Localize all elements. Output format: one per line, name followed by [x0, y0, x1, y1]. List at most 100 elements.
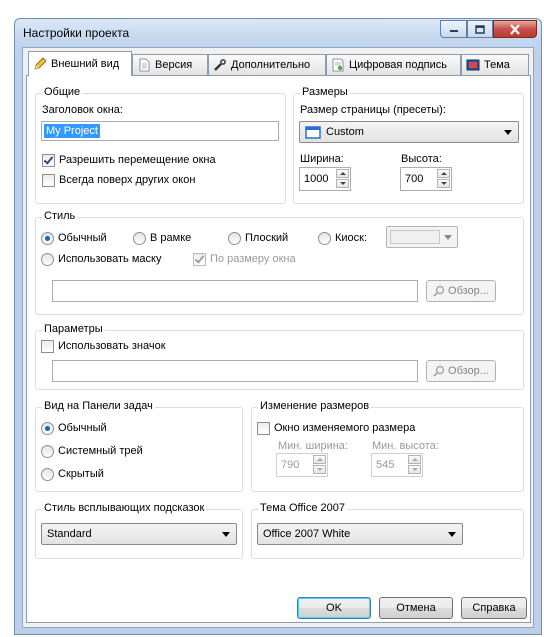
- tools-icon: [214, 59, 226, 71]
- taskbar-tray-radio[interactable]: [41, 445, 54, 458]
- tooltip-style-group: Стиль всплывающих подсказок Standard: [35, 502, 243, 559]
- spin-down-icon[interactable]: [313, 465, 326, 474]
- cancel-button[interactable]: Отмена: [379, 597, 453, 619]
- params-group-label: Параметры: [42, 323, 105, 335]
- office-theme-dropdown[interactable]: Office 2007 White: [257, 523, 463, 545]
- window-title-label: Заголовок окна:: [42, 104, 123, 116]
- height-spinner[interactable]: 700: [400, 167, 452, 191]
- spin-down-icon[interactable]: [437, 179, 450, 188]
- office-theme-group: Тема Office 2007 Office 2007 White: [251, 502, 524, 559]
- spin-up-icon[interactable]: [437, 169, 450, 178]
- taskbar-tray-label: Системный трей: [58, 445, 143, 457]
- minimize-icon: [449, 30, 458, 32]
- browse-icon: [433, 365, 445, 377]
- style-kiosk-label: Киоск:: [335, 232, 368, 244]
- sizes-group: Размеры Размер страницы (пресеты): Custo…: [293, 86, 524, 204]
- style-framed-radio[interactable]: [133, 232, 146, 245]
- taskbar-normal-radio[interactable]: [41, 422, 54, 435]
- params-group: Параметры Использовать значок Обзор...: [35, 323, 524, 390]
- min-height-spinner[interactable]: 545: [371, 453, 423, 477]
- office-theme-value: Office 2007 White: [263, 528, 351, 540]
- style-normal-radio[interactable]: [41, 232, 54, 245]
- window-icon: [305, 126, 321, 139]
- title-bar[interactable]: Настройки проекта: [15, 19, 541, 47]
- min-height-value: 545: [376, 459, 395, 471]
- spin-up-icon[interactable]: [336, 169, 349, 178]
- height-label: Высота:: [401, 153, 442, 165]
- theme-icon: [466, 59, 480, 71]
- window-title-input[interactable]: My Project: [41, 121, 279, 141]
- width-value: 1000: [304, 173, 329, 185]
- taskbar-group: Вид на Панели задач Обычный Системный тр…: [35, 400, 243, 492]
- dialog-client: Внешний вид Версия Дополнительно Цифрова…: [22, 47, 534, 628]
- spin-up-icon[interactable]: [408, 455, 421, 464]
- general-group: Общие Заголовок окна: My Project Разреши…: [35, 86, 286, 204]
- use-icon-checkbox[interactable]: [41, 340, 54, 353]
- taskbar-normal-label: Обычный: [58, 422, 107, 434]
- resize-group-label: Изменение размеров: [258, 400, 372, 412]
- taskbar-hidden-label: Скрытый: [58, 468, 104, 480]
- height-value: 700: [405, 173, 424, 185]
- min-width-spinner[interactable]: 790: [276, 453, 328, 477]
- sizes-group-label: Размеры: [300, 86, 350, 98]
- fit-window-checkbox[interactable]: [193, 253, 206, 266]
- tooltip-style-value: Standard: [47, 528, 92, 540]
- min-height-label: Мин. высота:: [372, 440, 439, 452]
- window-title-value: My Project: [44, 124, 100, 138]
- tab-version[interactable]: Версия: [132, 54, 208, 75]
- tab-appearance[interactable]: Внешний вид: [28, 51, 132, 76]
- always-on-top-checkbox[interactable]: [42, 174, 55, 187]
- style-framed-label: В рамке: [150, 232, 192, 244]
- style-group: Стиль Обычный В рамке Плоский Киоск: Исп…: [35, 210, 524, 315]
- spin-up-icon[interactable]: [313, 455, 326, 464]
- tooltip-style-dropdown[interactable]: Standard: [41, 523, 237, 545]
- tab-theme[interactable]: Тема: [461, 54, 529, 75]
- close-button[interactable]: [493, 20, 537, 38]
- style-flat-label: Плоский: [245, 232, 289, 244]
- page-size-value: Custom: [326, 126, 364, 138]
- style-normal-label: Обычный: [58, 232, 107, 244]
- mask-browse-button[interactable]: Обзор...: [426, 280, 496, 302]
- taskbar-group-label: Вид на Панели задач: [42, 400, 155, 412]
- minimize-button[interactable]: [440, 20, 467, 38]
- icon-path-input[interactable]: [52, 360, 418, 382]
- spin-down-icon[interactable]: [336, 179, 349, 188]
- min-width-label: Мин. ширина:: [278, 440, 348, 452]
- tab-digital-signature[interactable]: Цифровая подпись: [326, 54, 461, 75]
- style-kiosk-radio[interactable]: [318, 232, 331, 245]
- chevron-down-icon: [448, 532, 456, 537]
- style-flat-radio[interactable]: [228, 232, 241, 245]
- use-icon-label: Использовать значок: [58, 340, 166, 352]
- document-icon: [139, 58, 150, 72]
- chevron-down-icon: [444, 235, 452, 240]
- close-icon: [510, 23, 520, 35]
- chevron-down-icon: [504, 130, 512, 135]
- fit-window-label: По размеру окна: [210, 253, 296, 265]
- maximize-icon: [475, 24, 485, 34]
- width-spinner[interactable]: 1000: [299, 167, 351, 191]
- mask-path-input[interactable]: [52, 280, 418, 302]
- tab-advanced[interactable]: Дополнительно: [208, 54, 326, 75]
- style-group-label: Стиль: [42, 210, 78, 222]
- resizable-checkbox[interactable]: [257, 422, 270, 435]
- window-title: Настройки проекта: [23, 26, 130, 40]
- general-group-label: Общие: [42, 86, 83, 98]
- min-width-value: 790: [281, 459, 300, 471]
- help-button[interactable]: Справка: [461, 597, 527, 619]
- kiosk-color-dropdown[interactable]: [386, 226, 458, 248]
- taskbar-hidden-radio[interactable]: [41, 468, 54, 481]
- use-mask-label: Использовать маску: [58, 253, 162, 265]
- page-size-dropdown[interactable]: Custom: [299, 121, 519, 143]
- resize-group: Изменение размеров Окно изменяемого разм…: [251, 400, 524, 492]
- allow-move-checkbox[interactable]: [42, 154, 55, 167]
- width-label: Ширина:: [300, 153, 344, 165]
- use-mask-radio[interactable]: [41, 253, 54, 266]
- spin-down-icon[interactable]: [408, 465, 421, 474]
- always-on-top-label: Всегда поверх других окон: [59, 174, 196, 186]
- ok-button[interactable]: OK: [297, 597, 371, 619]
- icon-browse-button[interactable]: Обзор...: [426, 360, 496, 382]
- pencil-icon: [34, 57, 47, 70]
- tab-strip: Внешний вид Версия Дополнительно Цифрова…: [26, 51, 531, 76]
- maximize-button[interactable]: [467, 20, 493, 38]
- office-theme-label: Тема Office 2007: [258, 502, 348, 514]
